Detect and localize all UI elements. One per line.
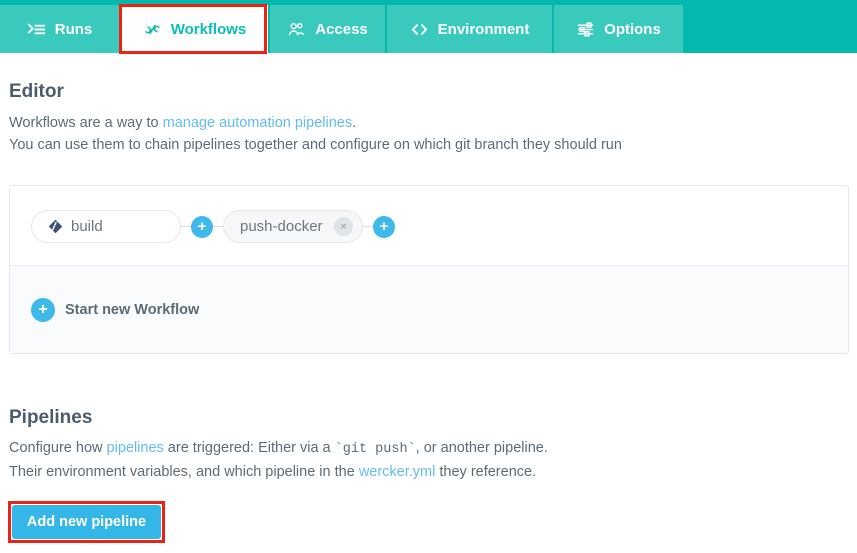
tab-runs-label: Runs bbox=[54, 20, 93, 38]
pipelines-link[interactable]: pipelines bbox=[107, 440, 164, 456]
wercker-yml-link[interactable]: wercker.yml bbox=[359, 464, 436, 480]
tab-workflows[interactable]: Workflows bbox=[121, 5, 268, 53]
workflow-node-push-docker-label: push-docker bbox=[240, 218, 323, 235]
chain-connector bbox=[181, 226, 191, 227]
git-push-code: `git push` bbox=[334, 442, 416, 457]
chain-connector bbox=[213, 226, 223, 227]
workflow-node-push-docker[interactable]: push-docker × bbox=[223, 210, 363, 243]
pipelines-desc-mid: are triggered: Either via a bbox=[163, 440, 335, 456]
pipelines-description-line1: Configure how pipelines are triggered: E… bbox=[9, 437, 839, 461]
tab-environment[interactable]: Environment bbox=[387, 5, 552, 53]
tab-list: Runs Workflows Access Environment Option… bbox=[0, 5, 685, 53]
workflow-node-build[interactable]: build bbox=[31, 210, 181, 243]
chain-connector bbox=[363, 226, 373, 227]
pipelines-desc2-pre: Their environment variables, and which p… bbox=[9, 464, 359, 480]
workflow-editor-card: build + push-docker × + + Start new Work… bbox=[9, 185, 849, 354]
pipelines-description-line2: Their environment variables, and which p… bbox=[9, 461, 839, 483]
plus-glyph: + bbox=[38, 300, 48, 318]
tab-access[interactable]: Access bbox=[270, 5, 385, 53]
workflow-node-build-label: build bbox=[71, 218, 103, 235]
code-brackets-icon bbox=[410, 20, 429, 39]
workflow-chain: build + push-docker × + bbox=[31, 210, 395, 243]
tab-access-label: Access bbox=[315, 20, 368, 38]
workflow-link-icon bbox=[143, 20, 162, 39]
sliders-icon bbox=[576, 20, 595, 39]
tab-workflows-label: Workflows bbox=[170, 20, 247, 38]
tab-options[interactable]: Options bbox=[554, 5, 683, 53]
add-step-plus-glyph: + bbox=[379, 217, 389, 235]
remove-node-icon[interactable]: × bbox=[334, 217, 353, 236]
editor-description-line1: Workflows are a way to manage automation… bbox=[9, 112, 839, 134]
tab-environment-label: Environment bbox=[437, 20, 530, 38]
editor-desc-text-post: . bbox=[352, 115, 357, 131]
editor-description-line2: You can use them to chain pipelines toge… bbox=[9, 137, 622, 153]
add-step-plus-glyph: + bbox=[197, 217, 207, 235]
tab-runs[interactable]: Runs bbox=[0, 5, 119, 53]
plus-circle-icon: + bbox=[31, 298, 55, 322]
add-pipeline-step-button-1[interactable]: + bbox=[191, 215, 213, 238]
workflow-card-footer: + Start new Workflow bbox=[10, 266, 848, 353]
pipelines-section-title: Pipelines bbox=[9, 407, 93, 428]
add-new-pipeline-button[interactable]: Add new pipeline bbox=[12, 505, 161, 539]
editor-section-title: Editor bbox=[9, 81, 64, 102]
editor-desc-text-pre: Workflows are a way to bbox=[9, 115, 163, 131]
primary-tab-bar: Runs Workflows Access Environment Option… bbox=[0, 0, 857, 53]
tab-options-label: Options bbox=[604, 20, 661, 38]
start-new-workflow-label: Start new Workflow bbox=[65, 302, 200, 318]
editor-description: Workflows are a way to manage automation… bbox=[9, 112, 839, 156]
git-branch-diamond-icon bbox=[48, 219, 63, 234]
start-new-workflow-button[interactable]: + Start new Workflow bbox=[31, 298, 199, 322]
workflow-canvas: build + push-docker × + bbox=[10, 186, 848, 266]
users-access-icon bbox=[287, 20, 306, 39]
manage-automation-pipelines-link[interactable]: manage automation pipelines bbox=[163, 115, 352, 131]
pipelines-desc-pre: Configure how bbox=[9, 440, 107, 456]
add-pipeline-step-button-2[interactable]: + bbox=[373, 215, 395, 238]
pipelines-desc2-post: they reference. bbox=[435, 464, 537, 480]
terminal-list-icon bbox=[27, 20, 46, 39]
pipelines-desc-post: , or another pipeline. bbox=[415, 440, 548, 456]
pipelines-description: Configure how pipelines are triggered: E… bbox=[9, 437, 839, 483]
